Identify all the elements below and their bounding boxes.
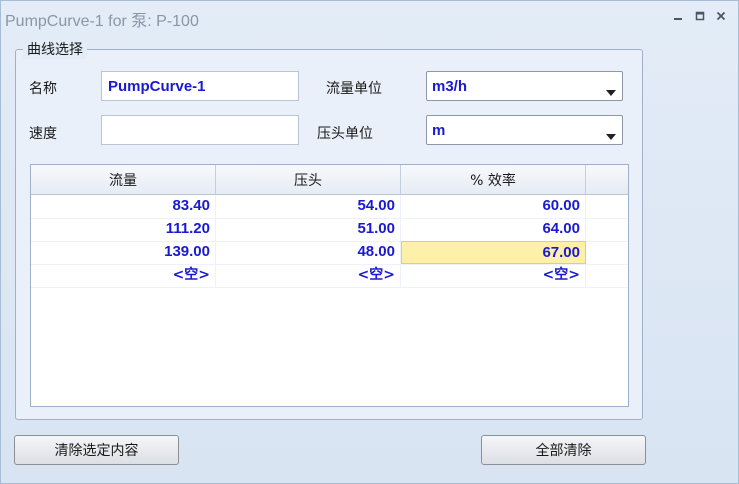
minimize-icon[interactable] [671,9,685,23]
head-unit-value: m [432,122,446,139]
close-icon[interactable] [714,9,728,23]
flow-cell[interactable]: 111.20 [31,218,216,241]
table-row: 83.40 54.00 60.00 [31,195,628,219]
efficiency-cell-selected[interactable]: 67.00 [401,241,586,264]
flow-cell[interactable]: 139.00 [31,241,216,264]
head-cell[interactable]: 51.00 [216,218,401,241]
efficiency-cell[interactable]: 60.00 [401,195,586,218]
clear-selected-button[interactable]: 清除选定内容 [14,435,179,465]
table-row: 139.00 48.00 67.00 [31,241,628,265]
flow-cell[interactable]: 83.40 [31,195,216,218]
table-row: 111.20 51.00 64.00 [31,218,628,242]
head-cell[interactable]: 48.00 [216,241,401,264]
head-cell[interactable]: 54.00 [216,195,401,218]
table-header: 流量 压头 % 效率 [31,165,628,195]
name-label: 名称 [29,81,57,97]
column-header-head[interactable]: 压头 [216,165,401,194]
column-header-efficiency[interactable]: % 效率 [401,165,586,194]
flow-cell-empty[interactable]: <空> [31,264,216,287]
flow-unit-value: m3/h [432,78,468,95]
head-unit-label: 压头单位 [317,126,373,142]
restore-icon[interactable] [693,9,707,23]
pump-curve-table[interactable]: 流量 压头 % 效率 83.40 54.00 60.00 111.20 51.0… [30,164,629,407]
speed-label: 速度 [29,126,57,142]
flow-unit-label: 流量单位 [326,81,382,97]
head-cell-empty[interactable]: <空> [216,264,401,287]
table-row-new: <空> <空> <空> [31,264,628,288]
column-header-flow[interactable]: 流量 [31,165,216,194]
flow-unit-select[interactable]: m3/h [426,71,623,101]
window-title: PumpCurve-1 for 泵: P-100 [5,13,199,30]
efficiency-cell-empty[interactable]: <空> [401,264,586,287]
clear-all-button[interactable]: 全部清除 [481,435,646,465]
pump-curve-window: PumpCurve-1 for 泵: P-100 曲线选择 名称 流量单位 m3… [0,0,739,484]
chevron-down-icon [606,127,616,144]
group-title: 曲线选择 [23,39,87,59]
speed-field[interactable] [101,115,299,145]
chevron-down-icon [606,83,616,100]
head-unit-select[interactable]: m [426,115,623,145]
efficiency-cell[interactable]: 64.00 [401,218,586,241]
title-bar: PumpCurve-1 for 泵: P-100 [1,1,738,33]
name-field[interactable] [101,71,299,101]
column-header-filler [586,165,628,194]
